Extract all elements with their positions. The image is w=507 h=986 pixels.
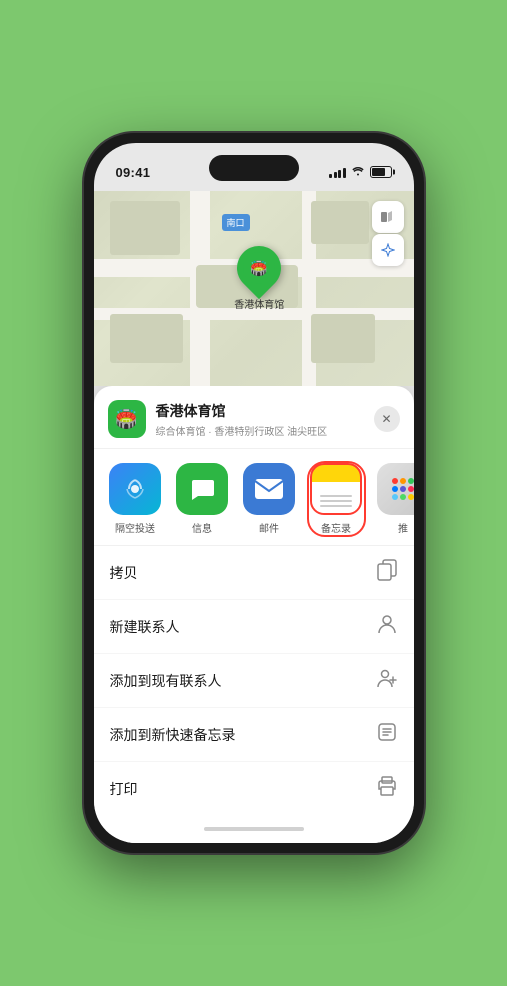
dot-row-2 (392, 486, 414, 492)
map-block-4 (311, 314, 375, 363)
mail-icon (243, 463, 295, 515)
action-quick-note[interactable]: 添加到新快速备忘录 (94, 708, 414, 762)
venue-description: 综合体育馆 · 香港特别行政区 油尖旺区 (156, 423, 364, 438)
close-button[interactable]: ✕ (374, 406, 400, 432)
map-block-1 (110, 201, 180, 256)
dot-red (392, 478, 398, 484)
action-list: 拷贝 新建联系人 (94, 546, 414, 815)
map-controls (372, 201, 404, 266)
share-item-notes[interactable]: 备忘录 (309, 463, 364, 535)
sheet-header: 🏟️ 香港体育馆 综合体育馆 · 香港特别行政区 油尖旺区 ✕ (94, 386, 414, 449)
map-type-button[interactable] (372, 201, 404, 233)
dot-blue (392, 486, 398, 492)
message-label: 信息 (192, 520, 212, 535)
map-pin: 🏟️ 香港体育馆 (234, 246, 284, 311)
share-item-message[interactable]: 信息 (175, 463, 230, 535)
share-row: 隔空投送 信息 (94, 449, 414, 546)
venue-name: 香港体育馆 (156, 401, 364, 421)
notes-line-3 (320, 505, 352, 507)
memo-icon (376, 721, 398, 748)
location-button[interactable] (372, 234, 404, 266)
dot-pink (408, 486, 414, 492)
status-time: 09:41 (116, 165, 151, 180)
action-quick-note-label: 添加到新快速备忘录 (110, 725, 236, 745)
notes-lines (320, 495, 352, 507)
status-icons (329, 165, 392, 179)
more-apps-icon (377, 463, 414, 515)
notes-line-2 (320, 500, 352, 502)
share-item-more[interactable]: 推 (376, 463, 414, 535)
map-pin-inner: 🏟️ (243, 252, 275, 284)
action-print-label: 打印 (110, 779, 138, 799)
signal-bar-2 (334, 172, 337, 178)
more-label: 推 (398, 520, 408, 535)
map-block-3 (110, 314, 184, 363)
signal-bar-1 (329, 174, 332, 178)
map-block-2 (311, 201, 369, 244)
signal-bars-icon (329, 166, 346, 178)
dot-yellow (408, 494, 414, 500)
action-print[interactable]: 打印 (94, 762, 414, 815)
notes-label: 备忘录 (321, 520, 351, 535)
airdrop-label: 隔空投送 (115, 520, 155, 535)
phone-frame: 09:41 (84, 133, 424, 853)
map-pin-stadium-icon: 🏟️ (251, 259, 268, 276)
action-add-existing-label: 添加到现有联系人 (110, 671, 222, 691)
bottom-sheet: 🏟️ 香港体育馆 综合体育馆 · 香港特别行政区 油尖旺区 ✕ (94, 386, 414, 815)
map-area[interactable]: 南口 🏟️ 香港体育馆 (94, 191, 414, 386)
mail-label: 邮件 (259, 520, 279, 535)
venue-icon: 🏟️ (108, 400, 146, 438)
battery-fill (372, 168, 386, 176)
map-entrance-label: 南口 (222, 214, 250, 231)
share-item-airdrop[interactable]: 隔空投送 (108, 463, 163, 535)
more-dots-grid (392, 478, 414, 500)
person-add-icon (376, 667, 398, 694)
notes-line-1 (320, 495, 352, 497)
message-icon (176, 463, 228, 515)
signal-bar-4 (343, 168, 346, 178)
dot-purple (400, 486, 406, 492)
action-add-existing-contact[interactable]: 添加到现有联系人 (94, 654, 414, 708)
venue-info: 香港体育馆 综合体育馆 · 香港特别行政区 油尖旺区 (156, 401, 364, 438)
action-new-contact[interactable]: 新建联系人 (94, 600, 414, 654)
person-icon (376, 613, 398, 640)
dot-row-3 (392, 494, 414, 500)
airdrop-icon (109, 463, 161, 515)
home-bar (204, 827, 304, 831)
action-copy[interactable]: 拷贝 (94, 546, 414, 600)
share-item-mail[interactable]: 邮件 (242, 463, 297, 535)
action-new-contact-label: 新建联系人 (110, 617, 180, 637)
dynamic-island (209, 155, 299, 181)
copy-icon (376, 559, 398, 586)
dot-orange (400, 478, 406, 484)
action-copy-label: 拷贝 (110, 563, 138, 583)
phone-screen: 09:41 (94, 143, 414, 843)
wifi-icon (351, 165, 365, 179)
dot-lightblue (392, 494, 398, 500)
print-icon (376, 775, 398, 802)
dot-green (408, 478, 414, 484)
signal-bar-3 (338, 170, 341, 178)
home-indicator (94, 815, 414, 843)
dot-lightgreen (400, 494, 406, 500)
notes-icon (310, 463, 362, 515)
battery-icon (370, 166, 392, 178)
dot-row-1 (392, 478, 414, 484)
map-pin-circle: 🏟️ (228, 236, 290, 298)
